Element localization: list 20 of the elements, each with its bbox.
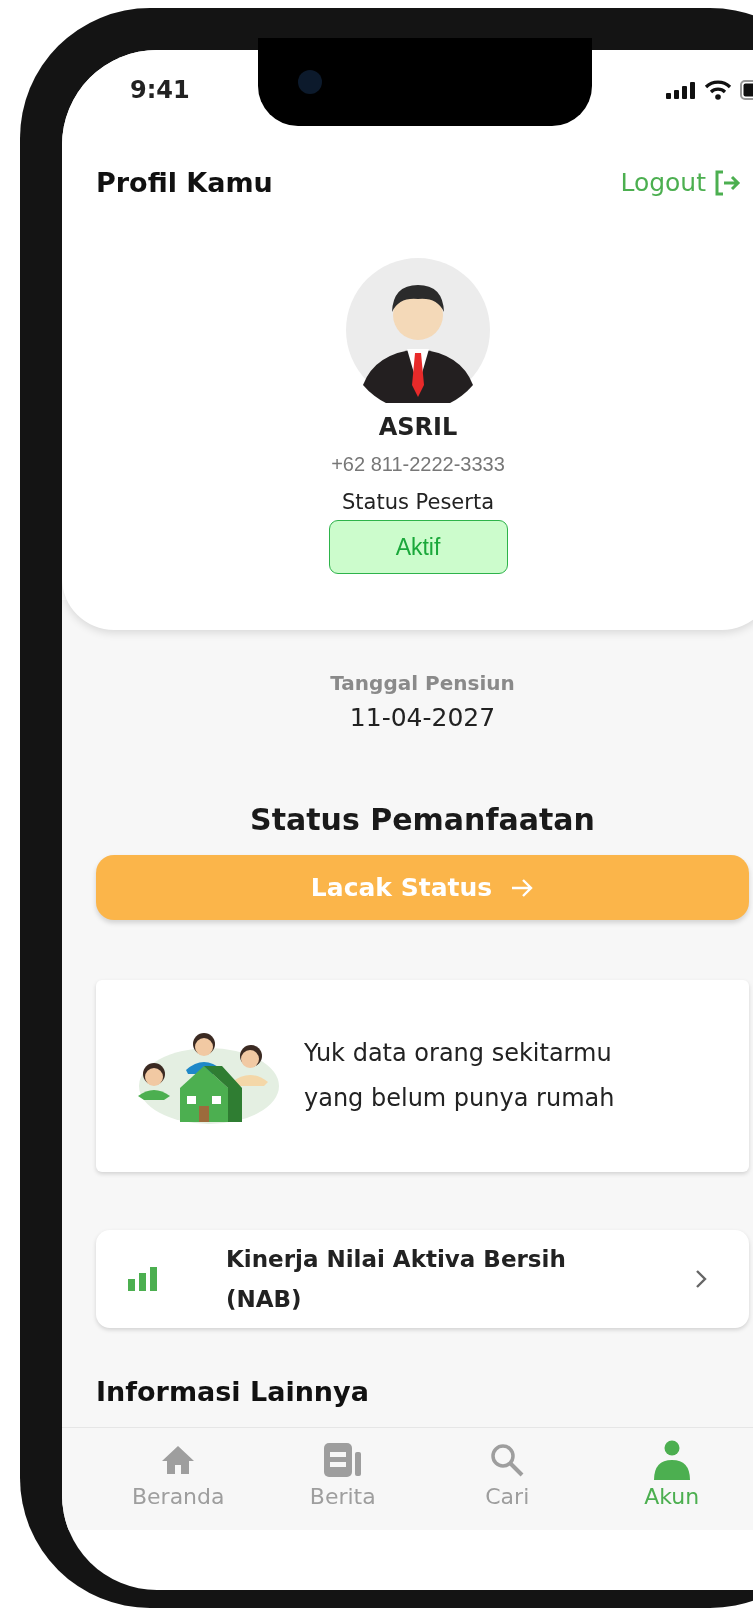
nav-tab[interactable]: Berita bbox=[260, 1440, 425, 1530]
section-heading: Status Pemanfaatan bbox=[250, 802, 595, 837]
track-status-button[interactable]: Lacak Status bbox=[96, 855, 749, 920]
page-title: Profil Kamu bbox=[96, 167, 273, 198]
section-heading: Informasi Lainnya bbox=[96, 1376, 369, 1407]
logout-button[interactable]: Logout bbox=[620, 168, 742, 197]
menu-item-label: Kinerja Nilai Aktiva Bersih (NAB) bbox=[226, 1245, 567, 1314]
status-label: Status Peserta bbox=[342, 490, 494, 514]
status-time: 9:41 bbox=[130, 76, 190, 104]
nav-tab[interactable]: Akun bbox=[589, 1440, 753, 1530]
promo-card[interactable]: Yuk data orang sekitarmu yang belum punya rumah bbox=[96, 980, 749, 1172]
user-name: ASRIL bbox=[378, 413, 458, 441]
promo-text: Yuk data orang sekitarmu yang belum punya rumah bbox=[304, 1038, 616, 1114]
nav-tab[interactable]: Cari bbox=[425, 1440, 590, 1530]
status-badge: Aktif bbox=[328, 520, 508, 574]
phone-number: +62 811-2222-3333 bbox=[331, 453, 505, 476]
retirement-date: 11-04-2027 bbox=[349, 703, 496, 732]
nav-tab[interactable]: Beranda bbox=[96, 1440, 261, 1530]
menu-item[interactable]: Kinerja Nilai Aktiva Bersih (NAB) bbox=[96, 1230, 749, 1328]
retirement-label: Tanggal Pensiun bbox=[330, 671, 515, 695]
